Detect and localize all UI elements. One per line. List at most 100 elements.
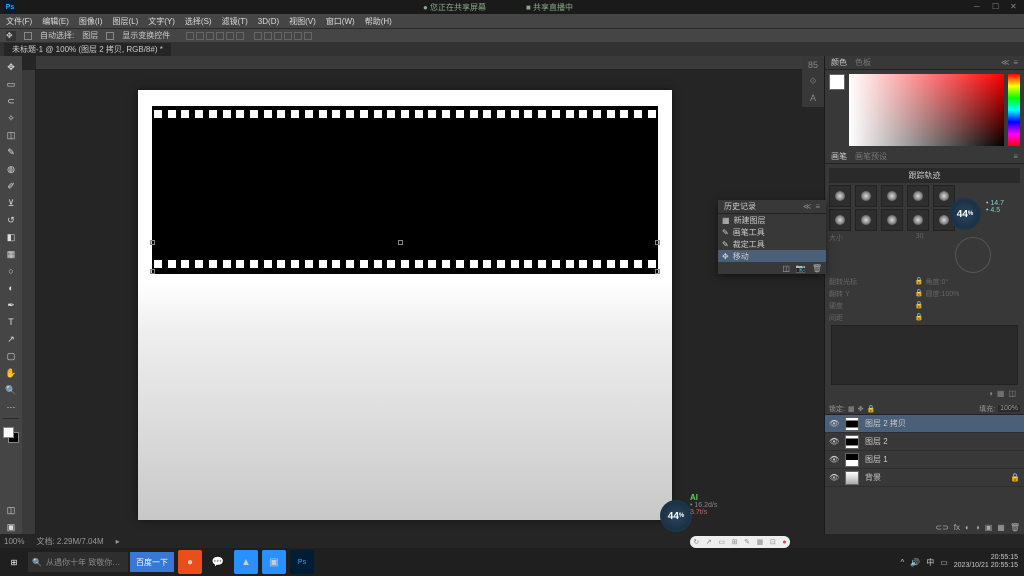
type-tool[interactable]: T bbox=[4, 315, 18, 329]
eraser-tool[interactable]: ◧ bbox=[4, 230, 18, 244]
shape-tool[interactable]: ▢ bbox=[4, 349, 18, 363]
panel-icon[interactable]: ◫ bbox=[1008, 389, 1016, 398]
panel-menu-icon[interactable]: ≡ bbox=[815, 202, 820, 211]
move-tool-icon[interactable]: ✥ bbox=[6, 31, 16, 41]
color-picker[interactable] bbox=[849, 74, 1004, 146]
history-item[interactable]: ✎画笔工具 bbox=[718, 226, 826, 238]
menu-layer[interactable]: 图层(L) bbox=[112, 16, 138, 27]
panel-icon[interactable]: ▦ bbox=[997, 389, 1005, 398]
pill-icon[interactable]: ▭ bbox=[718, 538, 725, 546]
layer-row[interactable]: 👁 图层 1 bbox=[825, 451, 1024, 469]
strip-icon[interactable]: A bbox=[810, 93, 816, 103]
distribute-icon[interactable] bbox=[264, 32, 272, 40]
panel-menu-icon[interactable]: ≡ bbox=[1013, 152, 1018, 161]
brush-tip[interactable] bbox=[829, 185, 851, 207]
visibility-icon[interactable]: 👁 bbox=[829, 419, 839, 428]
strip-icon[interactable]: 85 bbox=[808, 60, 818, 70]
history-item[interactable]: ✥移动 bbox=[718, 250, 826, 262]
status-chevron-icon[interactable]: ▸ bbox=[116, 537, 120, 546]
history-item[interactable]: ✎裁定工具 bbox=[718, 238, 826, 250]
maximize-icon[interactable]: ☐ bbox=[992, 2, 1002, 12]
transform-handle[interactable] bbox=[655, 269, 660, 274]
brush-tab[interactable]: 画笔 bbox=[831, 151, 847, 162]
brush-tip[interactable] bbox=[855, 209, 877, 231]
hue-slider[interactable] bbox=[1008, 74, 1020, 146]
stamp-tool[interactable]: ⊻ bbox=[4, 196, 18, 210]
history-brush-tool[interactable]: ↺ bbox=[4, 213, 18, 227]
dodge-tool[interactable]: ◐ bbox=[4, 281, 18, 295]
transform-handle[interactable] bbox=[398, 240, 403, 245]
history-item[interactable]: ▦新建图层 bbox=[718, 214, 826, 226]
screenmode-icon[interactable]: ▣ bbox=[4, 520, 18, 534]
brush-tip[interactable] bbox=[855, 185, 877, 207]
system-tray[interactable]: ^ 🔊 中 ▭ 20:55:152023/10/21 20:55:15 bbox=[894, 554, 1024, 569]
menu-filter[interactable]: 滤镜(T) bbox=[222, 16, 248, 27]
snapshot-icon[interactable]: ◫ bbox=[782, 264, 790, 273]
layer-name[interactable]: 图层 2 bbox=[865, 436, 888, 447]
ruler-vertical[interactable] bbox=[22, 70, 36, 534]
auto-select-target[interactable]: 图层 bbox=[82, 30, 98, 41]
floating-toolbar[interactable]: ↻↗▭⊞✎▦⊡● bbox=[690, 536, 790, 548]
menu-file[interactable]: 文件(F) bbox=[6, 16, 32, 27]
taskbar-search[interactable]: 🔍从遇你十年 致敬你… bbox=[28, 552, 128, 572]
layer-name[interactable]: 图层 1 bbox=[865, 454, 888, 465]
distribute-icon[interactable] bbox=[294, 32, 302, 40]
layer-thumb[interactable] bbox=[845, 453, 859, 467]
heal-tool[interactable]: ◍ bbox=[4, 162, 18, 176]
color-tab[interactable]: 颜色 bbox=[831, 57, 847, 68]
new-doc-icon[interactable]: 📷 bbox=[796, 264, 806, 273]
new-layer-icon[interactable]: ▦ bbox=[997, 523, 1005, 532]
layer-row[interactable]: 👁图层 2 拷贝 bbox=[825, 415, 1024, 433]
align-icon[interactable] bbox=[226, 32, 234, 40]
history-tab[interactable]: 历史记录 bbox=[724, 201, 756, 212]
color-swatch[interactable] bbox=[3, 427, 19, 443]
layer-row[interactable]: 👁背景🔒 bbox=[825, 469, 1024, 487]
transform-handle[interactable] bbox=[150, 240, 155, 245]
distribute-icon[interactable] bbox=[284, 32, 292, 40]
visibility-icon[interactable]: 👁 bbox=[829, 437, 839, 446]
doc-tab[interactable]: 未标题-1 @ 100% (图层 2 拷贝, RGB/8#) * bbox=[4, 43, 171, 56]
menu-image[interactable]: 图像(I) bbox=[79, 16, 103, 27]
menu-3d[interactable]: 3D(D) bbox=[258, 17, 279, 26]
layer-row[interactable]: 👁 图层 2 bbox=[825, 433, 1024, 451]
transform-handle[interactable] bbox=[150, 269, 155, 274]
tray-icon[interactable]: ^ bbox=[900, 558, 904, 567]
align-icon[interactable] bbox=[196, 32, 204, 40]
pill-icon[interactable]: ▦ bbox=[757, 538, 764, 546]
task-app[interactable]: Ps bbox=[290, 550, 314, 574]
brush-angle-ring[interactable] bbox=[955, 237, 991, 273]
auto-select-check[interactable] bbox=[24, 32, 32, 40]
menu-help[interactable]: 帮助(H) bbox=[365, 16, 392, 27]
visibility-icon[interactable]: 👁 bbox=[829, 455, 839, 464]
task-app[interactable]: ▣ bbox=[262, 550, 286, 574]
pen-tool[interactable]: ✒ bbox=[4, 298, 18, 312]
panel-icon[interactable]: ◑ bbox=[988, 389, 993, 398]
document-canvas[interactable] bbox=[138, 90, 672, 520]
align-icon[interactable] bbox=[216, 32, 224, 40]
pill-icon[interactable]: ⊞ bbox=[732, 538, 738, 546]
fx-icon[interactable]: fx bbox=[954, 523, 960, 532]
pill-icon[interactable]: ↗ bbox=[706, 538, 712, 546]
move-tool[interactable]: ✥ bbox=[4, 60, 18, 74]
more-tool[interactable]: ⋯ bbox=[4, 400, 18, 414]
layer-thumb[interactable] bbox=[845, 417, 859, 431]
menu-edit[interactable]: 编辑(E) bbox=[42, 16, 69, 27]
panel-collapse-icon[interactable]: ≪ bbox=[803, 202, 811, 211]
ruler-horizontal[interactable] bbox=[36, 56, 824, 70]
brush-tip[interactable] bbox=[881, 209, 903, 231]
distribute-icon[interactable] bbox=[254, 32, 262, 40]
wand-tool[interactable]: ✧ bbox=[4, 111, 18, 125]
hand-tool[interactable]: ✋ bbox=[4, 366, 18, 380]
lasso-tool[interactable]: ⊂ bbox=[4, 94, 18, 108]
start-button[interactable]: ⊞ bbox=[0, 548, 28, 576]
link-icon[interactable]: ⊂⊃ bbox=[935, 523, 948, 532]
gradient-tool[interactable]: ▦ bbox=[4, 247, 18, 261]
pill-icon[interactable]: ↻ bbox=[693, 538, 699, 546]
quickmask-icon[interactable]: ◫ bbox=[4, 503, 18, 517]
delete-icon[interactable]: 🗑 bbox=[1010, 523, 1020, 532]
minimize-icon[interactable]: ─ bbox=[974, 2, 984, 12]
distribute-icon[interactable] bbox=[304, 32, 312, 40]
layer-thumb[interactable] bbox=[845, 471, 859, 485]
blur-tool[interactable]: ○ bbox=[4, 264, 18, 278]
strip-icon[interactable]: ⟐ bbox=[809, 76, 816, 87]
